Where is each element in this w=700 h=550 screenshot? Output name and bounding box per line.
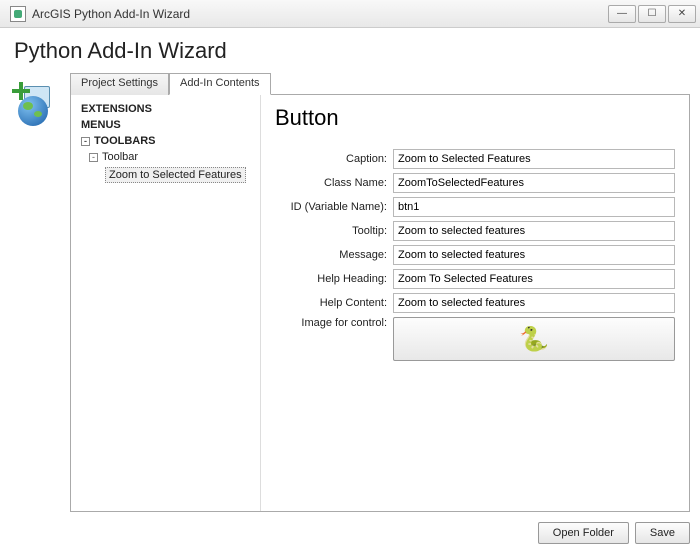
save-button[interactable]: Save [635,522,690,544]
tab-project-settings[interactable]: Project Settings [70,73,169,95]
helpcontent-input[interactable] [393,293,675,313]
caption-label: Caption: [275,153,393,165]
tree-selected-label: Zoom to Selected Features [105,167,246,183]
tab-bar: Project Settings Add-In Contents [70,72,690,94]
collapse-icon[interactable]: - [81,137,90,146]
classname-label: Class Name: [275,177,393,189]
open-folder-button[interactable]: Open Folder [538,522,629,544]
tree-toolbars[interactable]: -TOOLBARS [75,133,256,149]
form-panel: Button Caption: Class Name: ID (Variable… [261,95,689,511]
message-label: Message: [275,249,393,261]
content-panel: EXTENSIONS MENUS -TOOLBARS -Toolbar Zoom… [70,94,690,512]
tree-extensions[interactable]: EXTENSIONS [75,101,256,117]
tooltip-input[interactable] [393,221,675,241]
helpheading-label: Help Heading: [275,273,393,285]
close-button[interactable]: ✕ [668,5,696,23]
minimize-button[interactable]: — [608,5,636,23]
python-icon: 🐍 [519,325,549,354]
tree-toolbar[interactable]: -Toolbar [75,149,256,165]
helpcontent-label: Help Content: [275,297,393,309]
tree-menus[interactable]: MENUS [75,117,256,133]
page-title: Python Add-In Wizard [0,28,700,72]
tree-view[interactable]: EXTENSIONS MENUS -TOOLBARS -Toolbar Zoom… [71,95,261,511]
window-title: ArcGIS Python Add-In Wizard [32,7,608,21]
footer-buttons: Open Folder Save [538,522,690,544]
id-input[interactable] [393,197,675,217]
id-label: ID (Variable Name): [275,201,393,213]
image-picker-button[interactable]: 🐍 [393,317,675,361]
tree-toolbar-label: Toolbar [102,151,138,163]
maximize-button[interactable]: ☐ [638,5,666,23]
caption-input[interactable] [393,149,675,169]
form-title: Button [275,105,675,131]
wizard-icon [10,80,56,126]
tree-toolbars-label: TOOLBARS [94,135,156,147]
titlebar: ArcGIS Python Add-In Wizard — ☐ ✕ [0,0,700,28]
classname-input[interactable] [393,173,675,193]
app-icon [10,6,26,22]
collapse-icon[interactable]: - [89,153,98,162]
tab-addin-contents[interactable]: Add-In Contents [169,73,271,95]
helpheading-input[interactable] [393,269,675,289]
tree-selected-item[interactable]: Zoom to Selected Features [75,165,256,185]
tooltip-label: Tooltip: [275,225,393,237]
image-label: Image for control: [275,317,393,329]
wizard-icon-pane [10,72,66,512]
message-input[interactable] [393,245,675,265]
